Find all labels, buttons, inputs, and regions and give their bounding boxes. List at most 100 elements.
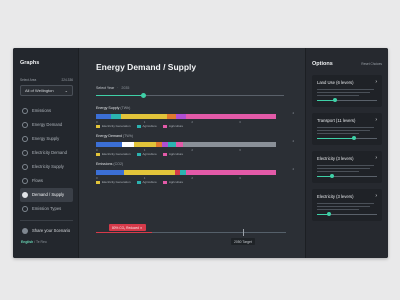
bar-segment[interactable]: [111, 114, 121, 119]
bar-segment[interactable]: [124, 170, 175, 175]
sidebar-item-emissions[interactable]: Emissions: [20, 104, 73, 118]
axis-max-label: 4: [292, 111, 294, 115]
legend-item: Agriculture: [162, 152, 184, 156]
main-panel: Energy Demand / Supply Select Year · 203…: [79, 48, 305, 258]
lang-english[interactable]: English: [21, 240, 33, 244]
option-slider[interactable]: [317, 174, 377, 178]
option-slider-handle[interactable]: [333, 98, 338, 102]
option-slider[interactable]: [317, 136, 377, 140]
legend-label: Agriculture: [168, 152, 184, 156]
bar-segment[interactable]: [186, 114, 276, 119]
chart-legend: Electricity Generation Agriculture Agricul…: [96, 124, 292, 128]
area-value: All of Wellington: [25, 88, 54, 93]
chevron-right-icon[interactable]: ›: [375, 117, 377, 123]
chevron-right-icon[interactable]: ›: [375, 193, 377, 199]
bar-segment[interactable]: [122, 142, 134, 147]
flow-icon: [22, 177, 28, 184]
area-label: Select Area: [20, 78, 37, 82]
target-label: 2050 Target: [231, 238, 255, 245]
option-card-description: [317, 203, 377, 210]
year-slider-handle[interactable]: [140, 92, 146, 98]
sidebar-item-flows[interactable]: Flows: [20, 174, 73, 188]
layers-icon: [22, 205, 28, 212]
option-slider-handle[interactable]: [351, 136, 356, 140]
chart-title: Emissions (CO2): [96, 162, 292, 166]
sidebar-item-energy-demand[interactable]: Energy Demand: [20, 118, 73, 132]
share-icon: [22, 227, 28, 234]
legend-item: Electricity Generation: [96, 124, 131, 128]
sidebar-item-energy-supply[interactable]: Energy Supply: [20, 132, 73, 146]
bar-segment[interactable]: [133, 142, 156, 147]
lang-tereo[interactable]: Te Reo: [36, 240, 47, 244]
share-label: Share your Scenario: [32, 228, 71, 233]
year-slider[interactable]: [96, 92, 292, 98]
sidebar-item-label: Emissions: [32, 108, 52, 114]
bar-segment[interactable]: [120, 114, 168, 119]
tick-label: 1: [143, 175, 146, 180]
reset-choices-button[interactable]: Reset Choices: [361, 62, 382, 66]
sidebar-item-demand-supply[interactable]: Demand / Supply: [20, 188, 73, 202]
legend-swatch: [96, 180, 100, 184]
bar-segment[interactable]: [96, 170, 125, 175]
chart-name: Emissions: [96, 162, 113, 166]
option-card-header: Electricity (3 levers) ›: [317, 155, 377, 161]
bar-segment[interactable]: [175, 142, 183, 147]
option-slider[interactable]: [317, 212, 377, 216]
option-slider-handle[interactable]: [327, 212, 332, 216]
lightning-icon: [22, 149, 28, 156]
legend-label: Electricity Generation: [102, 124, 131, 128]
option-card-header: Land Use (6 levers) ›: [317, 79, 377, 85]
option-slider[interactable]: [317, 98, 377, 102]
chevron-right-icon[interactable]: ›: [375, 155, 377, 161]
legend-item: Agriculture: [162, 124, 183, 128]
tick-label: 2: [191, 175, 194, 180]
target-timeline: 80% CO₂ Reduced ✕ 2050 Target: [96, 218, 292, 248]
bar-segment[interactable]: [186, 170, 276, 175]
page-title: Energy Demand / Supply: [96, 62, 197, 72]
target-badge[interactable]: 80% CO₂ Reduced ✕: [109, 224, 146, 231]
legend-swatch: [96, 124, 100, 128]
option-card-title: Transport (11 levers): [317, 117, 356, 123]
chart-unit: (TWh): [122, 134, 133, 138]
sidebar-nav: Emissions Energy Demand Energy Supply Elect…: [20, 104, 73, 216]
sidebar-item-label: Flows: [32, 178, 43, 184]
bar-segment[interactable]: [167, 114, 177, 119]
axis-ticks: 0 1 2 3: [96, 148, 290, 152]
area-select[interactable]: All of Wellington ⌄: [20, 85, 73, 96]
bar-segment[interactable]: [183, 142, 276, 147]
bar-segment[interactable]: [176, 114, 186, 119]
sidebar-item-label: Demand / Supply: [32, 192, 65, 198]
bolt-icon: [22, 121, 28, 128]
legend-label: Electricity Generation: [102, 152, 131, 156]
bar-segment[interactable]: [96, 142, 123, 147]
chevron-right-icon[interactable]: ›: [375, 79, 377, 85]
cloud-icon: [22, 107, 28, 114]
sidebar-item-label: Energy Supply: [32, 136, 60, 142]
stacked-bar-chart: 4 0 1 2 3: [96, 111, 294, 124]
timeline-progress: [96, 231, 152, 233]
stacked-bar: [96, 114, 276, 119]
option-slider-handle[interactable]: [330, 174, 335, 178]
sidebar-item-electricity-demand[interactable]: Electricity Demand: [20, 146, 73, 160]
legend-item: Electricity Generation: [96, 180, 131, 184]
legend-label: Agriculture: [142, 124, 157, 128]
option-card[interactable]: Transport (11 levers) ›: [312, 113, 382, 145]
bar-segment[interactable]: [96, 114, 111, 119]
sidebar: Graphs Select Area 224.336 All of Wellin…: [13, 48, 79, 258]
bar-segment[interactable]: [168, 142, 176, 147]
option-card[interactable]: Land Use (6 levers) ›: [312, 75, 382, 107]
option-card[interactable]: Electricity (3 levers) ›: [312, 189, 382, 221]
tick-label: 0: [96, 119, 98, 124]
option-card[interactable]: Electricity (3 levers) ›: [312, 151, 382, 183]
share-scenario-button[interactable]: Share your Scenario: [20, 226, 73, 236]
sidebar-item-electricity-supply[interactable]: Electricity Supply: [20, 160, 73, 174]
chart-title: Energy Demand (TWh): [96, 134, 292, 138]
options-header: Options Reset Choices: [312, 61, 382, 67]
stacked-bar-chart: 4 0 1 2 3: [96, 139, 294, 152]
legend-swatch: [96, 152, 100, 156]
sidebar-item-emission-types[interactable]: Emission Types: [20, 202, 73, 216]
legend-item: Agriculture: [136, 180, 157, 184]
tick-label: 3: [239, 119, 241, 124]
year-label: Select Year: [96, 86, 115, 90]
legend-item: Agriculture: [136, 152, 157, 156]
